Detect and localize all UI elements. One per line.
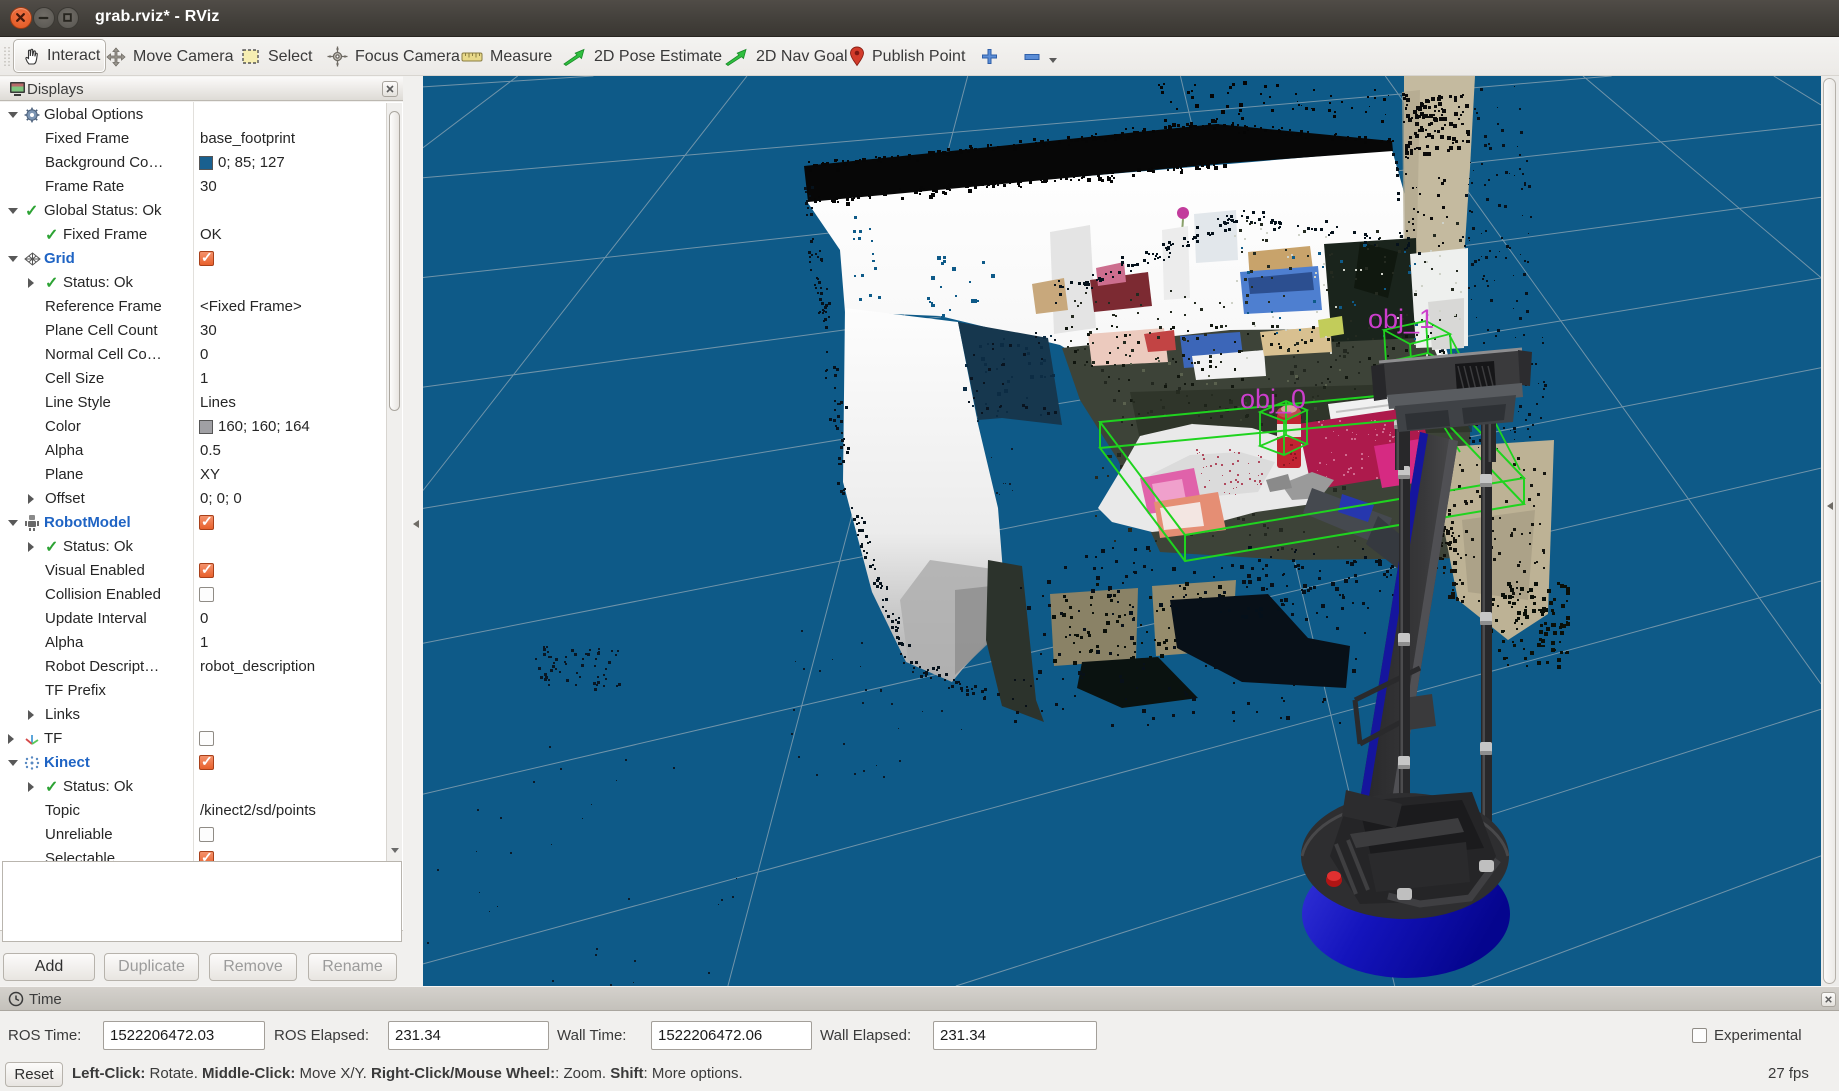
svg-text:obj_1: obj_1 [1368,304,1434,334]
svg-text:obj_0: obj_0 [1240,384,1306,414]
